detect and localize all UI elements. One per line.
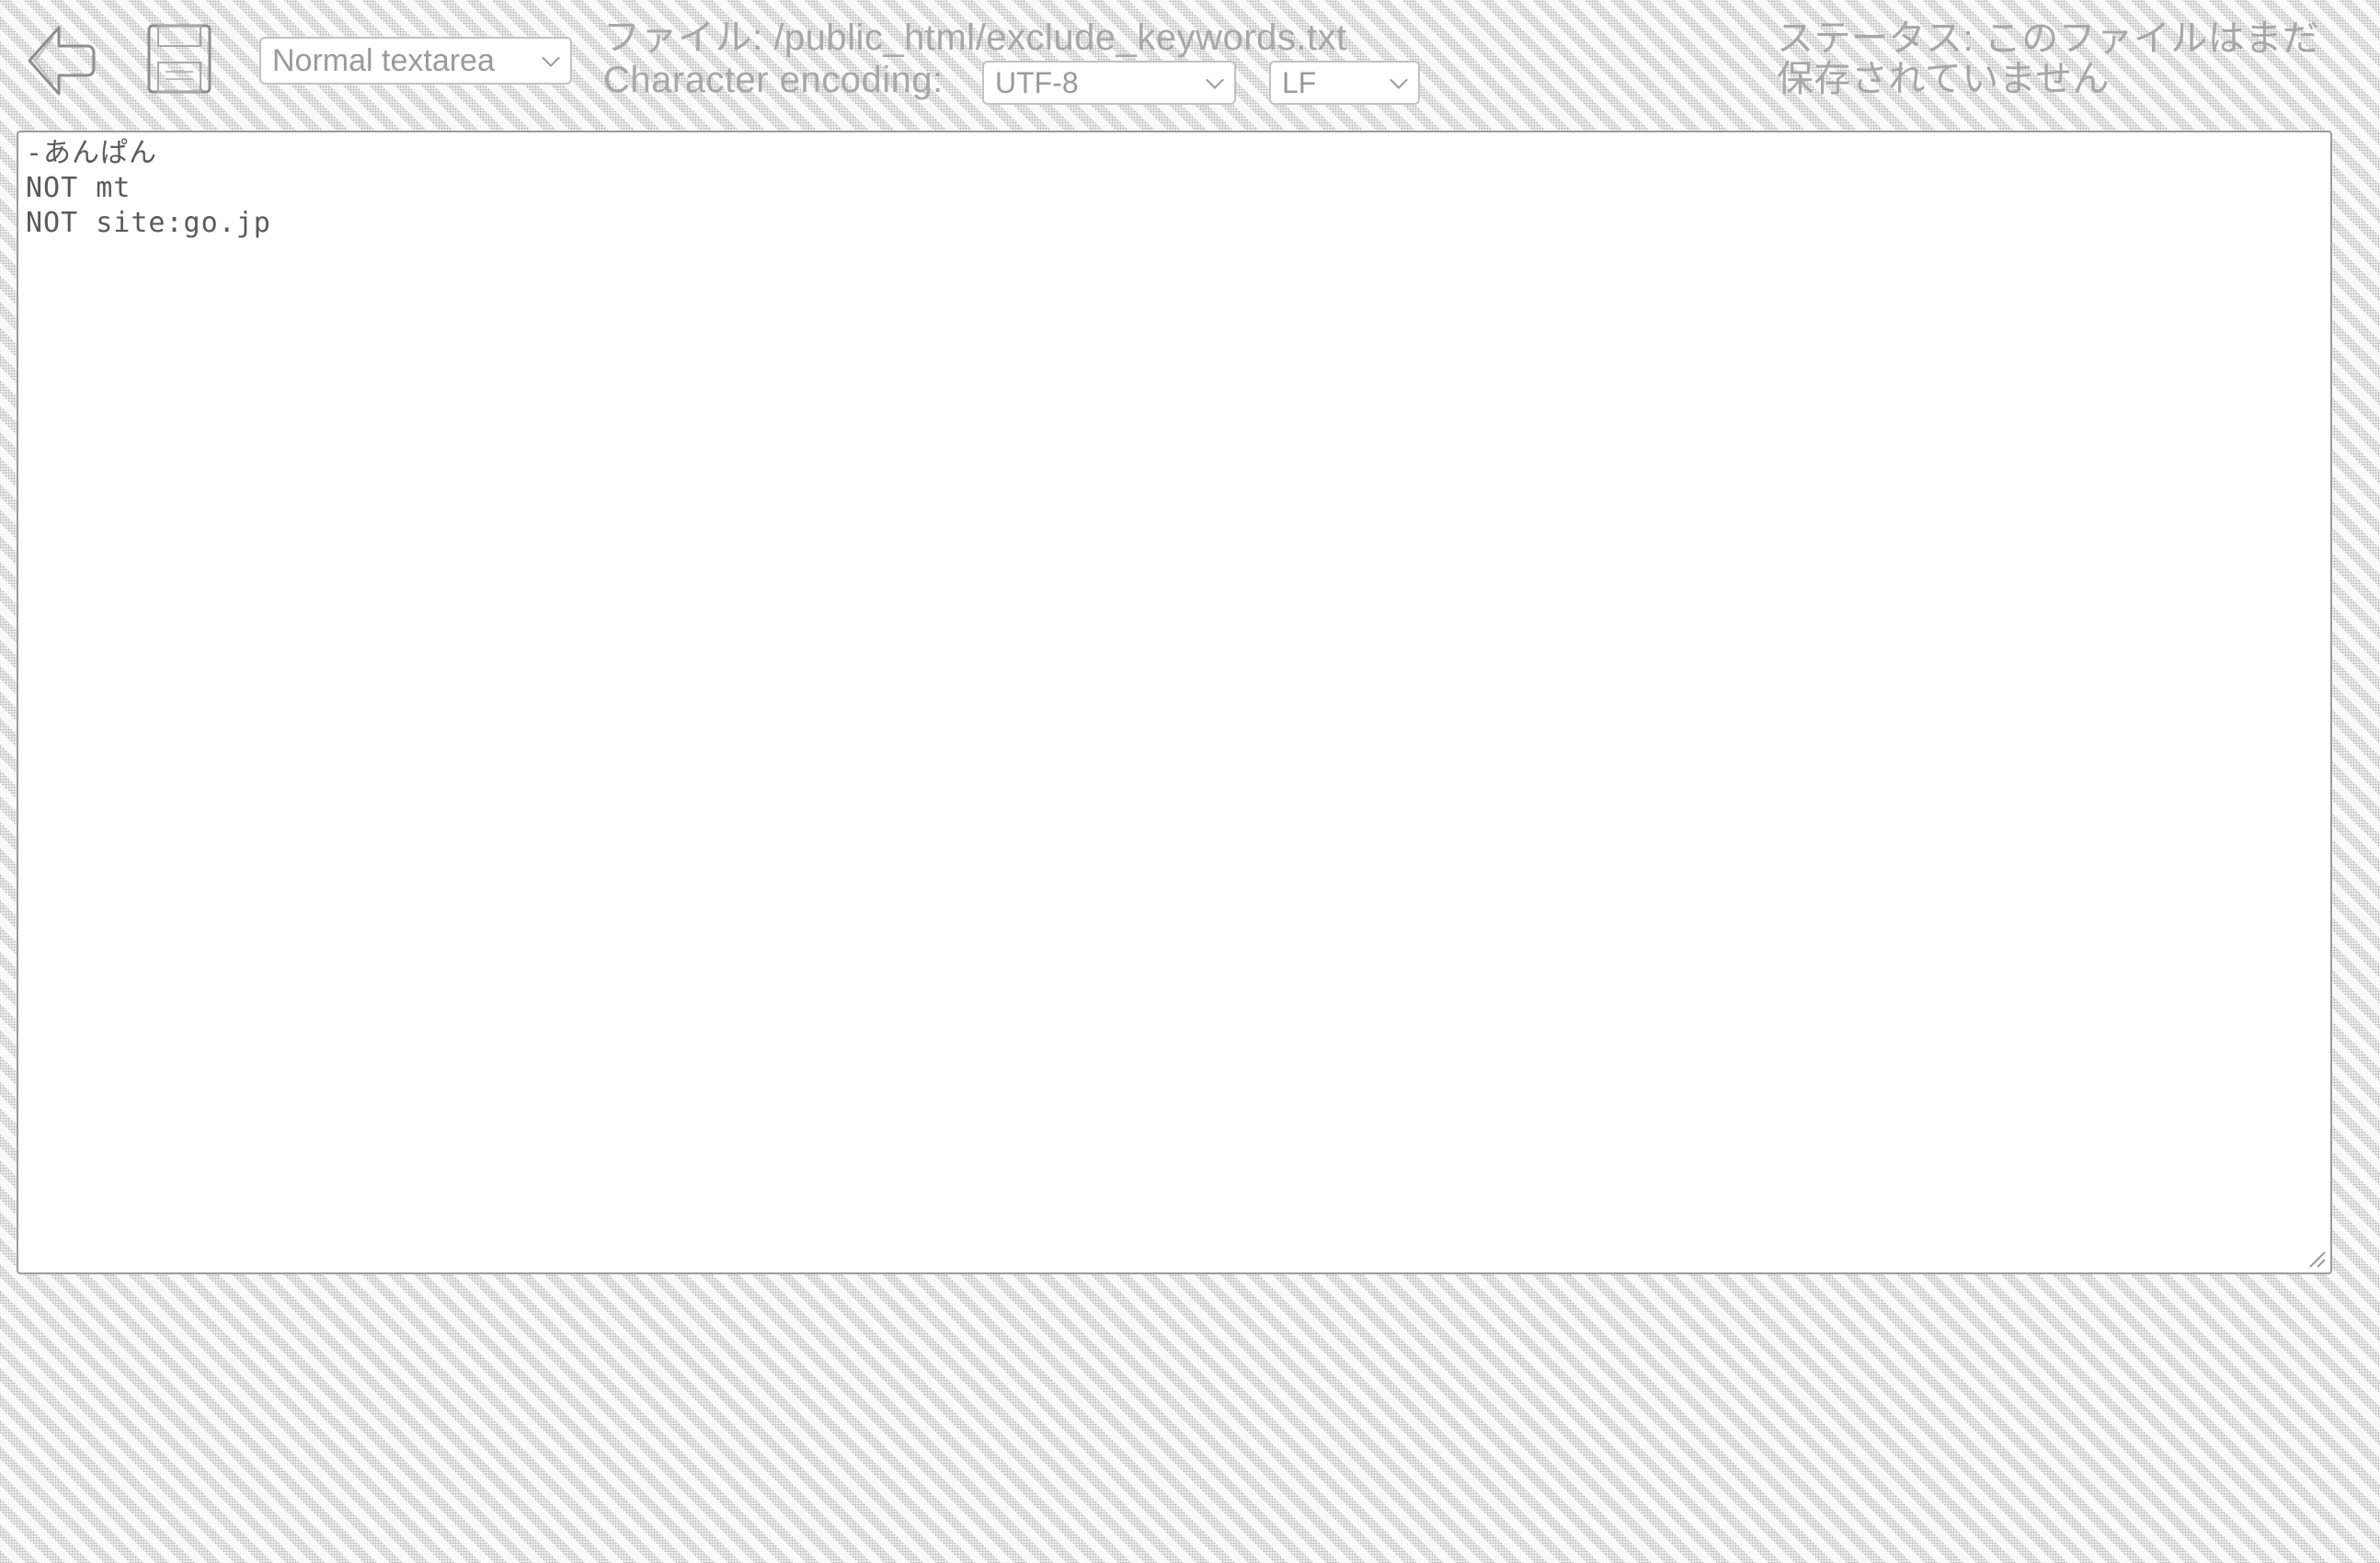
file-editor-textarea[interactable]: -あんぱん NOT mt NOT site:go.jp [17,131,2332,1274]
editor-line: NOT site:go.jp [26,207,271,239]
file-path: /public_html/exclude_keywords.txt [773,17,1347,58]
editor-mode-select[interactable]: Normal textarea [259,37,572,85]
file-path-line: ファイル: /public_html/exclude_keywords.txt [603,18,1347,57]
line-ending-value: LF [1282,65,1317,99]
encoding-value: UTF-8 [995,65,1079,99]
chevron-down-icon [542,49,560,67]
floppy-disk-icon [147,24,212,94]
resize-grip-icon[interactable] [2306,1249,2327,1269]
editor-mode-value: Normal textarea [272,42,495,78]
encoding-label: Character encoding: [603,60,944,100]
chevron-down-icon [1390,71,1408,89]
back-button[interactable] [26,24,97,97]
file-label: ファイル: [603,17,763,58]
chevron-down-icon [1206,71,1224,89]
editor-line: -あんぱん [26,137,158,169]
line-ending-select[interactable]: LF [1269,61,1420,105]
encoding-select[interactable]: UTF-8 [982,61,1236,105]
editor-line: NOT mt [26,172,132,204]
back-arrow-icon [28,26,96,96]
save-button[interactable] [145,22,213,96]
save-status-text: ステータス: このファイルはまだ保存されていません [1777,18,2320,99]
